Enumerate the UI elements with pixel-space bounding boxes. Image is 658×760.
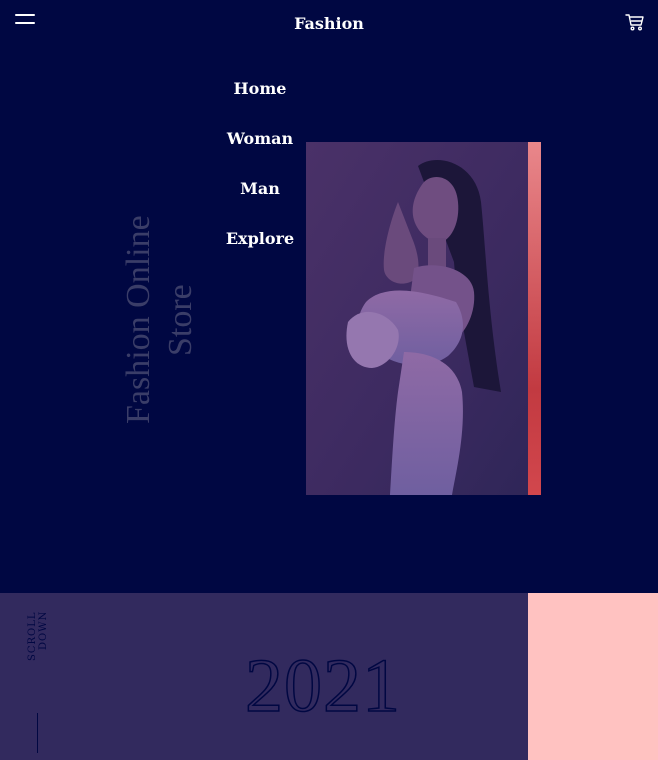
bottom-section: SCROLL DOWN 2021 [0,593,658,760]
top-bar: Fashion [0,0,658,46]
hero-accent-bar [528,142,541,495]
nav-item-explore[interactable]: Explore [200,222,320,272]
hero-image [306,142,528,495]
hero-title: Fashion Online Store [120,215,199,425]
pink-block [528,593,658,760]
year-label: 2021 [244,643,401,729]
brand-title[interactable]: Fashion [0,14,658,33]
scroll-down-link[interactable]: SCROLL DOWN [27,611,49,703]
main-nav: Home Woman Man Explore [200,72,320,272]
nav-item-woman[interactable]: Woman [200,122,320,172]
shopping-cart-icon[interactable] [625,12,645,32]
nav-item-home[interactable]: Home [200,72,320,122]
scroll-line-divider [37,713,38,753]
nav-item-man[interactable]: Man [200,172,320,222]
